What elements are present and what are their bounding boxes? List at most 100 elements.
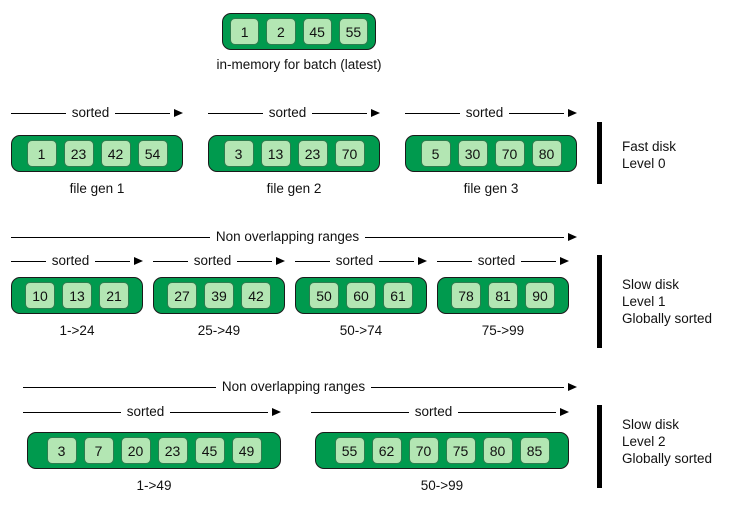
level-2-description-line: Globally sorted: [622, 451, 713, 466]
level-1-run-2: 50 60 61: [295, 277, 427, 314]
run-cell: 50: [309, 282, 339, 309]
run-cell: 90: [525, 282, 555, 309]
sorted-arrow-l1-r1: sorted: [153, 252, 285, 270]
level-1-description-line: Globally sorted: [622, 311, 713, 326]
sorted-arrow-l0-r0: sorted: [11, 104, 183, 122]
run-cell: 27: [167, 282, 197, 309]
run-cell: 54: [137, 140, 168, 167]
arrow-label: sorted: [465, 105, 504, 121]
level-1-description: Slow disk Level 1 Globally sorted: [622, 276, 712, 327]
run-cell: 61: [383, 282, 413, 309]
arrow-label: sorted: [477, 253, 516, 269]
level-2-run-1: 55 62 70 75 80 85: [315, 432, 569, 469]
run-cell: 23: [63, 140, 94, 167]
arrow-line: [153, 260, 188, 262]
run-cell: 23: [297, 140, 328, 167]
level-0-description-line: Level 0: [622, 156, 666, 171]
non-overlapping-arrow-l2: Non overlapping ranges: [23, 378, 578, 396]
level-0-run-1-label: file gen 2: [266, 181, 322, 196]
run-cell: 80: [482, 437, 513, 464]
level-1-separator: [597, 255, 602, 348]
memtable-caption: in-memory for batch (latest): [216, 57, 382, 72]
run-cell: 20: [120, 437, 151, 464]
run-cell: 80: [531, 140, 562, 167]
level-0-description-line: Fast disk: [622, 139, 677, 154]
run-cell: 30: [457, 140, 488, 167]
run-cell: 55: [334, 437, 365, 464]
arrow-head-icon: [134, 257, 143, 265]
run-cell: 21: [99, 282, 129, 309]
level-1-run-1-label: 25->49: [197, 323, 241, 338]
sorted-arrow-l1-r2: sorted: [295, 252, 427, 270]
level-2-description-line: Slow disk: [622, 417, 680, 432]
arrow-line: [170, 411, 268, 413]
arrow-head-icon: [272, 408, 281, 416]
run-cell: 7: [83, 437, 114, 464]
run-cell: 5: [420, 140, 451, 167]
non-overlapping-arrow-l1: Non overlapping ranges: [11, 228, 578, 246]
arrow-line: [11, 236, 210, 238]
arrow-line: [95, 260, 130, 262]
level-1-description-line: Slow disk: [622, 277, 680, 292]
sorted-arrow-l2-r1: sorted: [311, 403, 569, 421]
arrow-label: sorted: [126, 404, 165, 420]
arrow-head-icon: [560, 408, 569, 416]
arrow-line: [379, 260, 414, 262]
run-cell: 45: [194, 437, 225, 464]
arrow-label: Non overlapping ranges: [221, 379, 366, 395]
arrow-line: [371, 386, 565, 388]
level-1-run-3-label: 75->99: [481, 323, 525, 338]
run-cell: 70: [334, 140, 365, 167]
sorted-arrow-l2-r0: sorted: [23, 403, 281, 421]
run-cell: 49: [231, 437, 262, 464]
level-0-run-0: 1 23 42 54: [11, 135, 183, 172]
arrow-label: sorted: [335, 253, 374, 269]
arrow-label: sorted: [51, 253, 90, 269]
arrow-line: [311, 411, 409, 413]
run-cell: 42: [241, 282, 271, 309]
arrow-label: sorted: [193, 253, 232, 269]
arrow-line: [11, 260, 46, 262]
arrow-line: [521, 260, 556, 262]
level-1-run-3: 78 81 90: [437, 277, 569, 314]
memtable-cell: 1: [230, 18, 260, 45]
run-cell: 62: [371, 437, 402, 464]
arrow-head-icon: [174, 109, 183, 117]
arrow-head-icon: [568, 109, 577, 117]
arrow-head-icon: [568, 383, 578, 391]
run-cell: 78: [451, 282, 481, 309]
sorted-arrow-l0-r1: sorted: [208, 104, 380, 122]
arrow-line: [405, 112, 460, 114]
run-cell: 23: [157, 437, 188, 464]
run-cell: 75: [445, 437, 476, 464]
level-2-description: Slow disk Level 2 Globally sorted: [622, 416, 712, 467]
run-cell: 13: [62, 282, 92, 309]
level-2-run-1-label: 50->99: [420, 478, 464, 493]
run-cell: 70: [408, 437, 439, 464]
sorted-arrow-l0-r2: sorted: [405, 104, 577, 122]
run-cell: 39: [204, 282, 234, 309]
level-1-description-line: Level 1: [622, 294, 666, 309]
arrow-head-icon: [276, 257, 285, 265]
level-0-run-2: 5 30 70 80: [405, 135, 577, 172]
level-0-run-0-label: file gen 1: [69, 181, 125, 196]
arrow-line: [437, 260, 472, 262]
level-1-run-1: 27 39 42: [153, 277, 285, 314]
run-cell: 1: [26, 140, 57, 167]
arrow-label: sorted: [268, 105, 307, 121]
arrow-line: [509, 112, 564, 114]
arrow-line: [11, 112, 66, 114]
level-0-run-1: 3 13 23 70: [208, 135, 380, 172]
level-1-run-0-label: 1->24: [59, 323, 95, 338]
arrow-head-icon: [568, 233, 578, 241]
run-cell: 10: [25, 282, 55, 309]
memtable-run: 1 2 45 55: [222, 13, 376, 50]
level-0-description: Fast disk Level 0: [622, 138, 676, 172]
run-cell: 81: [488, 282, 518, 309]
memtable-cell: 55: [338, 18, 368, 45]
memtable-cell: 45: [302, 18, 332, 45]
memtable-cell: 2: [266, 18, 296, 45]
arrow-head-icon: [560, 257, 569, 265]
run-cell: 3: [46, 437, 77, 464]
level-2-separator: [597, 405, 602, 488]
